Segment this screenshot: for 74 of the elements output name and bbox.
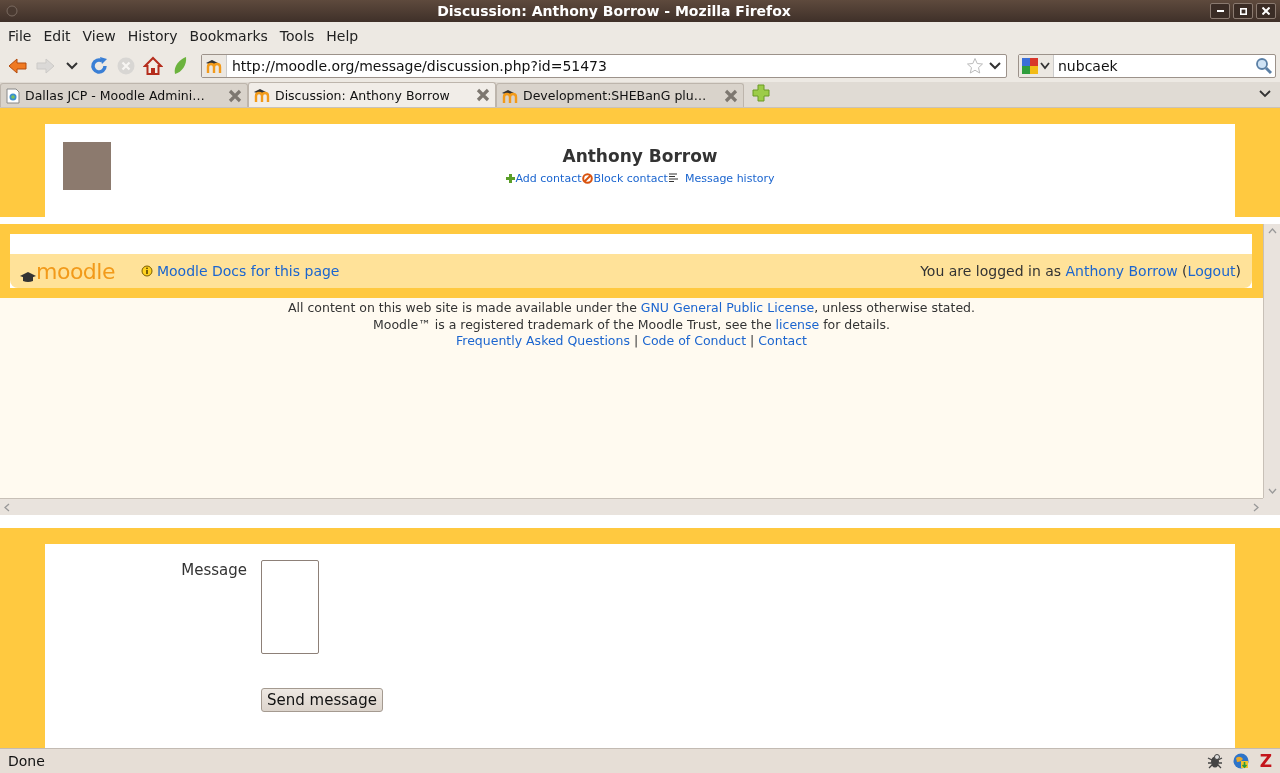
site-icon — [253, 87, 271, 103]
scroll-left-icon[interactable] — [4, 502, 10, 512]
footer-text: Moodle™ is a registered trademark of the Moodle Trust, see the license for details. — [373, 316, 890, 333]
menu-item[interactable]: Help — [320, 28, 365, 44]
menu-item[interactable]: File — [2, 28, 38, 44]
search-input[interactable]: nubcaek — [1054, 57, 1255, 75]
new-tab-icon[interactable] — [752, 83, 770, 102]
footer-link[interactable]: Frequently Asked Questions — [456, 333, 630, 350]
horizontal-scrollbar[interactable] — [0, 498, 1263, 515]
list-icon — [667, 173, 680, 184]
back-arrow-icon[interactable] — [7, 57, 28, 75]
minimize-button[interactable] — [1210, 3, 1230, 19]
page-icon — [5, 87, 21, 104]
scroll-right-icon[interactable] — [1253, 502, 1259, 512]
menu-item[interactable]: Bookmarks — [183, 28, 274, 44]
close-icon — [1262, 7, 1270, 15]
status-text: Done — [8, 753, 45, 769]
link-separator: | — [633, 333, 639, 350]
logout-link[interactable]: Logout — [1187, 263, 1236, 279]
tab-close-icon[interactable] — [724, 88, 738, 103]
scroll-up-icon[interactable] — [1267, 228, 1277, 234]
message-label: Message — [180, 560, 247, 581]
action-link[interactable]: Block contact — [593, 172, 668, 185]
maximize-icon — [1239, 7, 1247, 15]
globe-icon[interactable] — [1231, 752, 1250, 770]
contact-name: Anthony Borrow — [562, 146, 718, 166]
footer-link[interactable]: Code of Conduct — [642, 333, 747, 350]
browser-tab[interactable]: Dallas JCP - Moodle Admini… — [0, 83, 248, 107]
block-icon — [581, 173, 593, 184]
login-info: You are logged in as Anthony Borrow (Logout) — [920, 263, 1241, 279]
bug-icon[interactable] — [1205, 752, 1224, 770]
chevron-down-icon[interactable] — [1040, 62, 1050, 70]
chevron-down-icon[interactable] — [64, 61, 79, 71]
footer-link[interactable]: GNU General Public License — [640, 300, 815, 315]
info-icon — [140, 265, 153, 277]
user-link[interactable]: Anthony Borrow — [1065, 263, 1178, 279]
home-icon[interactable] — [142, 56, 163, 76]
vertical-scrollbar[interactable] — [1263, 224, 1280, 498]
site-logo: moodle — [20, 258, 115, 284]
tab-list-icon[interactable] — [1258, 89, 1272, 99]
menu-item[interactable]: History — [121, 28, 184, 44]
link-separator: | — [750, 333, 755, 350]
message-input[interactable] — [261, 560, 319, 654]
menu-item[interactable]: Edit — [37, 28, 77, 44]
menu-item[interactable]: Tools — [273, 28, 321, 44]
docs-link[interactable]: Moodle Docs for this page — [156, 263, 340, 279]
site-icon — [501, 87, 519, 104]
tab-close-icon[interactable] — [228, 88, 242, 103]
menu-item[interactable]: View — [76, 28, 122, 44]
scroll-down-icon[interactable] — [1267, 488, 1277, 494]
cap-icon — [20, 271, 36, 284]
browser-tab[interactable]: Development:SHEBanG plu… — [496, 83, 744, 107]
search-bar[interactable]: nubcaek — [1018, 54, 1276, 78]
reload-icon[interactable] — [88, 56, 109, 76]
action-link[interactable]: Add contact — [515, 172, 582, 185]
footer-link[interactable]: license — [775, 316, 820, 332]
window-title: Discussion: Anthony Borrow - Mozilla Firefox — [436, 3, 792, 19]
photo-placeholder — [63, 142, 111, 190]
minimize-icon — [1216, 10, 1224, 12]
footer-link[interactable]: Contact — [758, 333, 807, 350]
maximize-button[interactable] — [1233, 3, 1253, 19]
close-button[interactable] — [1256, 3, 1276, 19]
plus-icon — [505, 174, 515, 183]
action-link[interactable]: Message history — [684, 172, 775, 185]
footer-text: All content on this web site is made available under the GNU General Public License, unless otherwise stated. — [287, 300, 976, 317]
toolbar-badge[interactable]: Z — [1259, 751, 1272, 771]
browser-tab[interactable]: Discussion: Anthony Borrow — [248, 82, 496, 107]
send-message-button[interactable]: Send message — [261, 688, 383, 712]
bookmark-star-icon[interactable] — [966, 57, 984, 75]
address-bar[interactable]: http://moodle.org/message/discussion.php?id=51473 — [201, 54, 1007, 78]
site-icon — [205, 58, 223, 74]
tab-close-icon[interactable] — [476, 88, 490, 102]
search-icon[interactable] — [1255, 57, 1273, 75]
window-menu-icon[interactable] — [6, 5, 18, 17]
